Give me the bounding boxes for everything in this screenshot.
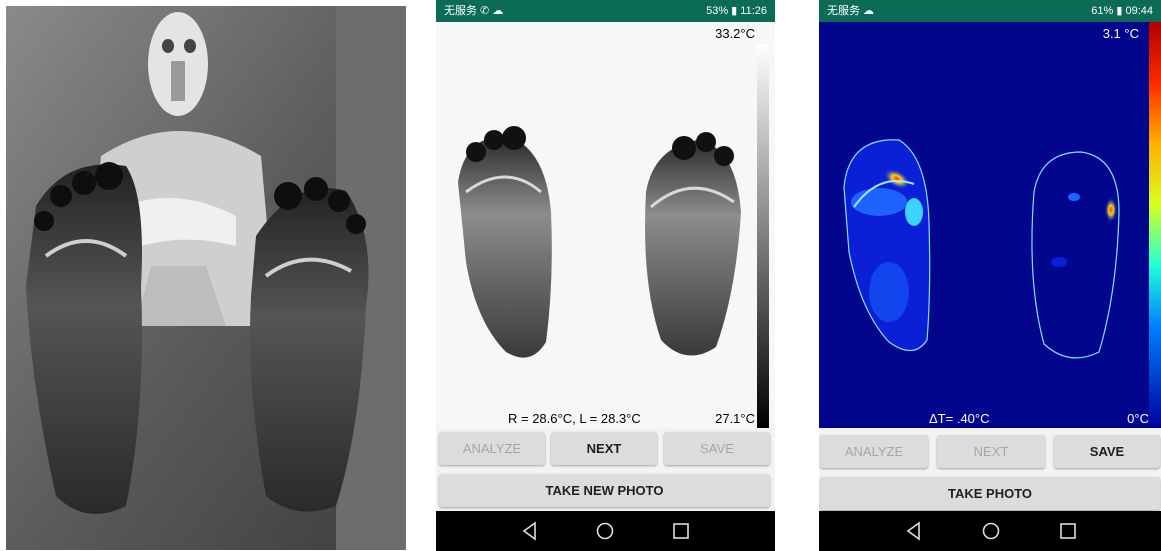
back-icon[interactable] — [518, 519, 542, 543]
status-bar: 无服务 ✆ ☁ 53% ▮ 11:26 — [436, 0, 775, 22]
back-icon[interactable] — [902, 519, 926, 543]
recents-icon[interactable] — [669, 519, 693, 543]
home-icon[interactable] — [593, 519, 617, 543]
analyze-button[interactable]: ANALYZE — [820, 435, 928, 468]
thermal-photo — [6, 6, 406, 550]
next-button[interactable]: NEXT — [937, 435, 1045, 468]
thermal-view: 33.2°C R = 28.6°C, L = 28.3°C 27.1°C — [436, 22, 775, 428]
temp-max-label: 3.1 °C — [1102, 26, 1139, 41]
status-bar: 无服务 ☁ 61% ▮ 09:44 — [819, 0, 1161, 22]
status-right: 53% ▮ 11:26 — [706, 5, 767, 17]
thermal-phone-screen: 无服务 ✆ ☁ 53% ▮ 11:26 33.2°C R = 28.6°C, L… — [436, 0, 775, 551]
android-nav-bar — [436, 511, 775, 551]
home-icon[interactable] — [979, 519, 1003, 543]
heatmap-view: 3.1 °C ΔT= .40°C 0°C — [819, 22, 1161, 428]
temperature-scale — [1149, 22, 1161, 428]
analysis-phone-screen: 无服务 ☁ 61% ▮ 09:44 3.1 °C ΔT= .40°C 0°C A… — [819, 0, 1161, 551]
temp-max-label: 33.2°C — [715, 26, 755, 41]
status-left: 无服务 ☁ — [827, 5, 875, 17]
delta-t-label: ΔT= .40°C — [929, 411, 990, 426]
recents-icon[interactable] — [1056, 519, 1080, 543]
take-new-photo-button[interactable]: TAKE NEW PHOTO — [439, 474, 770, 507]
status-left: 无服务 ✆ ☁ — [444, 5, 504, 17]
temp-readout: R = 28.6°C, L = 28.3°C — [508, 411, 641, 426]
temperature-scale — [757, 44, 769, 428]
take-photo-button[interactable]: TAKE PHOTO — [820, 477, 1160, 510]
android-nav-bar — [819, 511, 1161, 551]
feet-heatmap-image — [843, 22, 1161, 428]
save-button[interactable]: SAVE — [1054, 435, 1160, 468]
next-button[interactable]: NEXT — [551, 432, 657, 465]
temp-min-label: 27.1°C — [715, 411, 755, 426]
temp-min-label: 0°C — [1127, 411, 1149, 426]
left-foot-outline — [1031, 151, 1120, 359]
analyze-button[interactable]: ANALYZE — [439, 432, 545, 465]
status-right: 61% ▮ 09:44 — [1091, 5, 1153, 17]
feet-thermal-image — [458, 44, 769, 428]
save-button[interactable]: SAVE — [664, 432, 770, 465]
raw-thermal-image — [6, 6, 406, 550]
